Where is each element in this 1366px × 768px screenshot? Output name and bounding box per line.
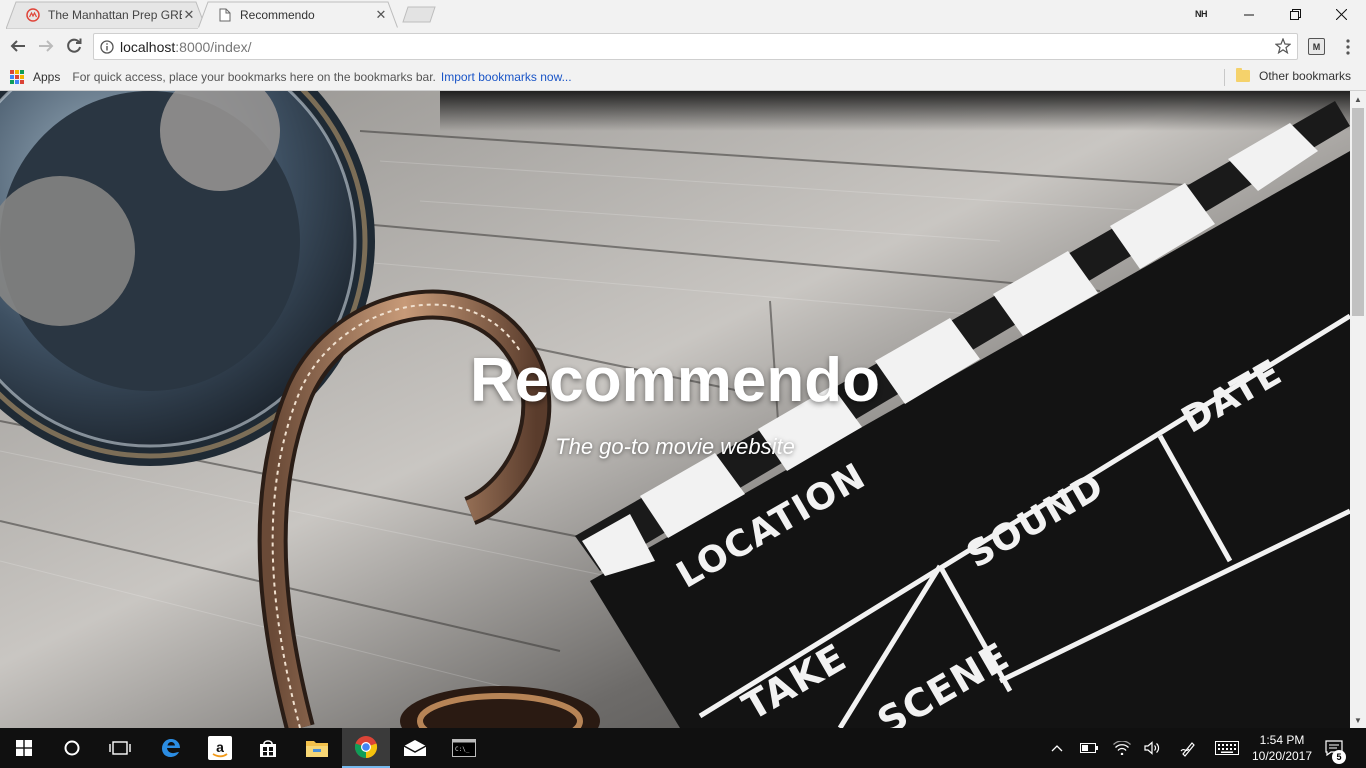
- notification-count-badge: 5: [1332, 750, 1346, 764]
- url-host: localhost: [120, 38, 176, 55]
- tab-title: The Manhattan Prep GRE: [48, 8, 182, 22]
- address-bar[interactable]: localhost:8000/index/: [93, 33, 1298, 60]
- apps-grid-icon: [10, 70, 24, 84]
- folder-icon: [1236, 68, 1250, 82]
- tab-strip: The Manhattan Prep GRE ✕ Recommendo ✕ NH: [0, 0, 1366, 29]
- scroll-up-arrow-icon[interactable]: ▲: [1350, 91, 1366, 107]
- maximize-icon[interactable]: [1272, 0, 1318, 29]
- edge-icon[interactable]: [147, 728, 195, 768]
- extension-icon[interactable]: M: [1308, 38, 1325, 55]
- reload-icon[interactable]: [63, 35, 85, 57]
- task-view-icon[interactable]: [96, 728, 144, 768]
- close-tab-icon[interactable]: ✕: [374, 7, 388, 23]
- new-tab-button[interactable]: [402, 6, 436, 23]
- windows-taskbar: a C:\_ 1:54 PM 10/20/2017 5: [0, 728, 1366, 768]
- windows-start-icon[interactable]: [0, 728, 48, 768]
- tab-recommendo[interactable]: Recommendo ✕: [198, 1, 398, 29]
- apps-label: Apps: [33, 70, 61, 84]
- info-icon[interactable]: [100, 39, 114, 54]
- scroll-thumb[interactable]: [1352, 108, 1364, 316]
- manhattan-prep-icon: [26, 8, 40, 22]
- mail-icon[interactable]: [391, 728, 439, 768]
- system-clock[interactable]: 1:54 PM 10/20/2017: [1246, 732, 1318, 764]
- back-arrow-icon[interactable]: [7, 35, 29, 57]
- tab-manhattan-prep[interactable]: The Manhattan Prep GRE ✕: [6, 1, 206, 29]
- bookmarks-bar: Apps For quick access, place your bookma…: [0, 64, 1366, 91]
- other-bookmarks[interactable]: Other bookmarks: [1236, 68, 1352, 83]
- import-bookmarks-link[interactable]: Import bookmarks now...: [441, 70, 572, 84]
- chrome-icon[interactable]: [342, 728, 390, 768]
- hero-subtitle: The go-to movie website: [555, 434, 795, 459]
- bookmark-star-icon[interactable]: [1275, 38, 1291, 54]
- amazon-icon[interactable]: a: [196, 728, 244, 768]
- touch-keyboard-icon[interactable]: [1213, 728, 1241, 768]
- volume-icon[interactable]: [1141, 728, 1165, 768]
- close-window-icon[interactable]: [1318, 0, 1364, 29]
- minimize-icon[interactable]: [1226, 0, 1272, 29]
- clock-time: 1:54 PM: [1259, 733, 1305, 747]
- file-explorer-icon[interactable]: [293, 728, 341, 768]
- cortana-icon[interactable]: [48, 728, 96, 768]
- hero-title: Recommendo: [470, 346, 880, 415]
- chrome-menu-icon[interactable]: [1338, 37, 1358, 57]
- tab-title: Recommendo: [240, 8, 315, 22]
- close-tab-icon[interactable]: ✕: [182, 7, 196, 23]
- battery-icon[interactable]: [1077, 728, 1101, 768]
- url-text: localhost:8000/index/: [120, 39, 252, 55]
- browser-toolbar: localhost:8000/index/ M: [0, 29, 1366, 64]
- show-hidden-icons-chevron-icon[interactable]: [1046, 728, 1068, 768]
- page-viewport: LOCATION SOUND DATE TAKE SCENE Recommend…: [0, 91, 1350, 728]
- url-path: :8000/index/: [175, 38, 252, 55]
- pen-workspace-icon[interactable]: [1177, 728, 1201, 768]
- bookmarks-separator: [1224, 69, 1225, 86]
- other-bookmarks-label: Other bookmarks: [1259, 69, 1352, 83]
- forward-arrow-icon[interactable]: [35, 35, 57, 57]
- apps-shortcut[interactable]: Apps: [10, 70, 60, 84]
- profile-badge[interactable]: NH: [1190, 6, 1212, 22]
- scroll-down-arrow-icon[interactable]: ▼: [1350, 712, 1366, 728]
- bookmarks-hint: For quick access, place your bookmarks h…: [72, 70, 436, 84]
- page-scrollbar[interactable]: ▲ ▼: [1350, 91, 1366, 728]
- terminal-icon[interactable]: C:\_: [440, 728, 488, 768]
- page-icon: [218, 8, 232, 22]
- wifi-icon[interactable]: [1110, 728, 1134, 768]
- store-icon[interactable]: [244, 728, 292, 768]
- clock-date: 10/20/2017: [1251, 749, 1313, 763]
- svg-text:a: a: [216, 739, 224, 755]
- svg-text:C:\_: C:\_: [455, 746, 470, 753]
